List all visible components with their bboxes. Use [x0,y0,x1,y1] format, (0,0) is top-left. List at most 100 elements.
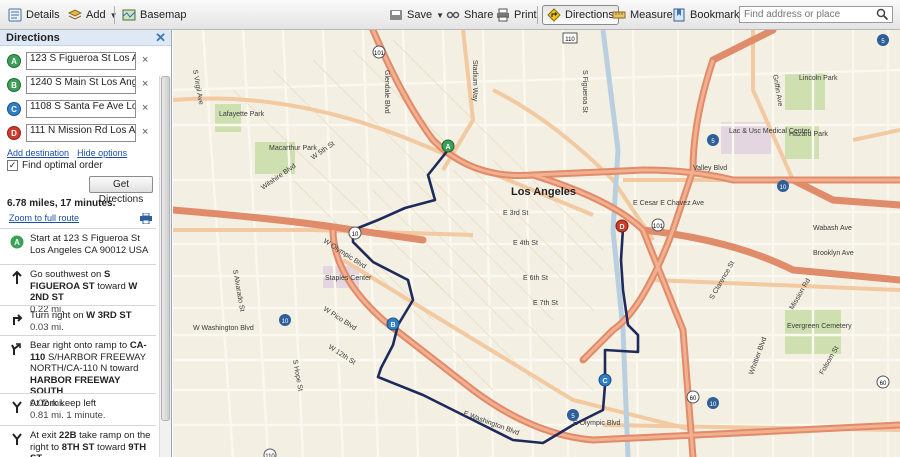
save-button[interactable]: Save ▼ [385,5,448,25]
shield-icon: 110 [263,448,277,457]
poi-label: Lincoln Park [799,75,838,82]
panel-scrollbar[interactable] [159,76,171,457]
direction-step[interactable]: Turn right on W 3RD ST 0.03 mi. [0,305,156,335]
street-label: E 6th St [523,275,548,282]
bookmarks-button[interactable]: Bookmarks [668,5,749,25]
direction-step[interactable]: Go southwest on S FIGUEROA ST toward W 2… [0,264,156,315]
svg-text:101: 101 [374,51,385,57]
shield-icon: 10 [279,314,291,326]
step-road: W 3RD ST [86,310,132,321]
direction-step[interactable]: Bear right onto ramp to CA-110 S/HARBOR … [0,335,156,409]
bookmarks-label: Bookmarks [690,9,746,21]
stop-input-a[interactable]: 123 S Figueroa St Los Angeles [26,52,136,70]
poi-label: Macarthur Park [269,145,317,152]
toolbar-divider [537,6,538,24]
panel-links: Add destination Hide options [7,147,127,159]
stop-input-b[interactable]: 1240 S Main St Los Angeles [26,76,136,94]
street-label: Brooklyn Ave [813,250,854,257]
remove-stop-icon[interactable]: × [142,102,148,114]
remove-stop-icon[interactable]: × [142,126,148,138]
step-text: Start at 123 S Figueroa St Los Angeles C… [30,233,149,256]
basemap-button[interactable]: Basemap [118,5,190,25]
svg-text:60: 60 [690,396,697,402]
stop-d-marker[interactable]: D [615,219,629,233]
close-icon[interactable]: ✕ [155,30,166,46]
start-icon: A [10,235,24,249]
step-text: S/HARBOR FREEWAY NORTH/CA-110 N toward [30,351,146,375]
street-label: Stadium Way [471,60,478,102]
add-button[interactable]: Add ▼ [64,5,122,25]
share-button[interactable]: Share [442,5,497,25]
step-text: At fork keep left [30,398,97,409]
map-view[interactable]: Macarthur Park Lafayette Park Staples Ce… [173,30,900,457]
street-label: Mission Rd [789,277,812,311]
street-label: S Figueroa St [581,70,588,113]
stop-b-marker[interactable]: B [386,317,400,331]
add-destination-link[interactable]: Add destination [7,148,69,158]
find-optimal-checkbox[interactable]: ✓ [7,160,18,171]
poi-label: Evergreen Cemetery [787,323,852,330]
stop-input-c[interactable]: 1108 S Santa Fe Ave Los Angeles [26,100,136,118]
ruler-icon [612,8,626,22]
shield-icon: 101 [651,218,665,232]
svg-text:60: 60 [880,381,887,387]
svg-text:10: 10 [352,232,359,238]
street-label: Valley Blvd [693,165,727,172]
shield-icon: 10 [348,226,362,240]
street-label: W Washington Blvd [193,325,254,332]
remove-stop-icon[interactable]: × [142,78,148,90]
toolbar-divider [114,6,115,24]
street-label: Whittier Blvd [748,336,768,375]
directions-panel: Directions ✕ A 123 S Figueroa St Los Ang… [0,30,172,457]
turn-right-icon [10,312,24,326]
stop-row-b: B 1240 S Main St Los Angeles × [7,76,155,94]
measure-button[interactable]: Measure [608,5,677,25]
step-road: 8TH ST [61,441,95,453]
share-icon [446,8,460,22]
street-label: S Hope St [291,359,303,392]
hide-options-link[interactable]: Hide options [77,148,127,158]
stop-a-marker[interactable]: A [441,139,455,153]
svg-text:101: 101 [653,224,664,230]
add-label: Add [86,9,106,21]
stop-marker-b: B [7,78,21,92]
stop-c-marker[interactable]: C [598,373,612,387]
shield-icon: 5 [877,34,889,46]
stop-marker-c: C [7,102,21,116]
street-label: Wabash Ave [813,225,852,232]
remove-stop-icon[interactable]: × [142,54,148,66]
optimal-order-option: ✓ Find optimal order [7,160,103,171]
stop-row-d: D 111 N Mission Rd Los Angeles × [7,124,155,142]
route-summary: 6.78 miles, 17 minutes. [7,198,116,209]
street-label: E 3rd St [503,210,528,217]
svg-text:D: D [619,224,624,231]
poi-label: Lafayette Park [219,111,265,118]
direction-step[interactable]: At fork keep left 0.81 mi. 1 minute. [0,393,156,425]
direction-step[interactable]: A Start at 123 S Figueroa St Los Angeles… [0,228,156,264]
zoom-full-route-link[interactable]: Zoom to full route [9,213,79,223]
scrollbar-thumb[interactable] [161,76,170,421]
details-label: Details [26,9,60,21]
printer-icon [496,8,510,22]
print-button[interactable]: Print [492,5,541,25]
direction-step[interactable]: At exit 22B take ramp on the right to 8T… [0,425,156,457]
details-button[interactable]: Details [4,5,64,25]
stop-row-a: A 123 S Figueroa St Los Angeles × [7,52,155,70]
directions-icon [547,8,561,22]
step-distance: 0.81 mi. 1 minute. [30,409,106,421]
stop-input-d[interactable]: 111 N Mission Rd Los Angeles [26,124,136,142]
route-line[interactable] [351,149,640,445]
get-directions-button[interactable]: Get Directions [89,176,153,205]
city-label: Los Angeles [511,186,576,198]
step-text: Go southwest on [30,269,104,280]
street-labels: Macarthur Park Lafayette Park Staples Ce… [191,60,854,437]
diagonal-streets [232,39,604,391]
stop-marker-a: A [7,54,21,68]
print-icon[interactable] [140,212,152,225]
measure-label: Measure [630,9,673,21]
map-canvas[interactable]: Macarthur Park Lafayette Park Staples Ce… [173,30,900,457]
svg-text:10: 10 [710,402,717,408]
search-icon[interactable] [876,8,889,21]
share-label: Share [464,9,494,21]
search-input[interactable] [739,6,893,23]
